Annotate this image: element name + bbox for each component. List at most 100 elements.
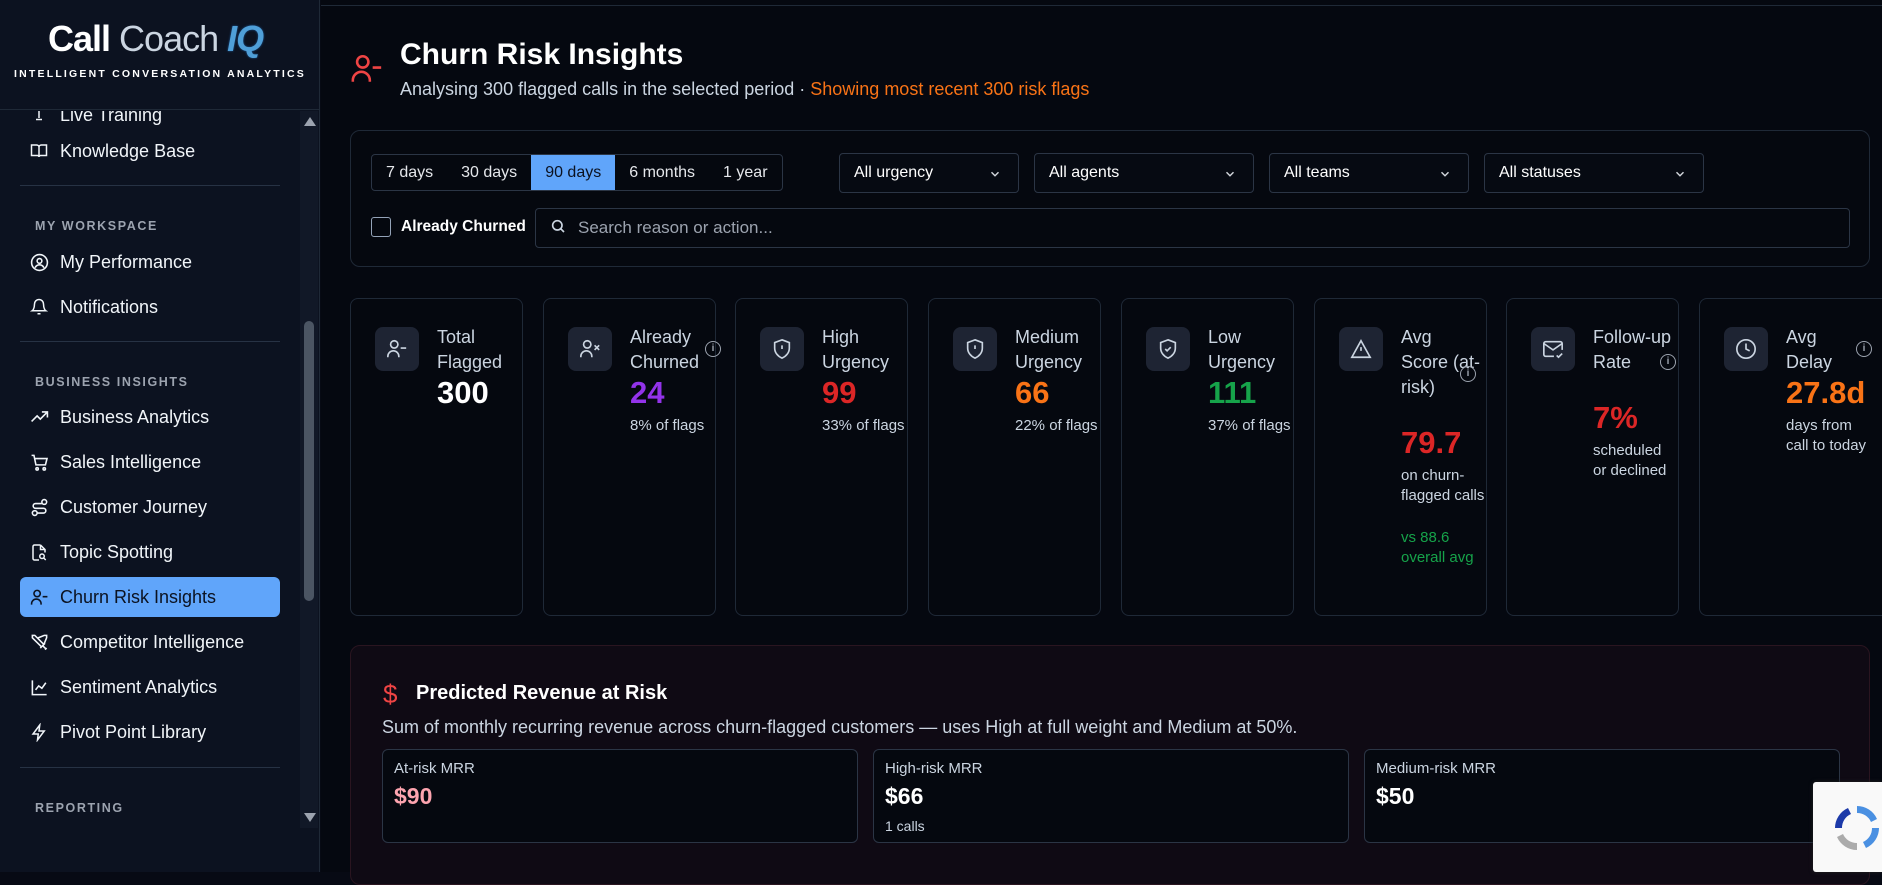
- stat-card-avg-score: Avg Score (at-risk) i 79.7 on churn-flag…: [1314, 298, 1487, 616]
- user-circle-icon: [29, 252, 49, 272]
- sidebar-item-label: Sentiment Analytics: [60, 676, 218, 697]
- statuses-select[interactable]: All statuses: [1484, 153, 1704, 193]
- alert-triangle-icon: [1339, 327, 1383, 371]
- sidebar-scrollbar[interactable]: [300, 111, 318, 828]
- scrollbar-thumb[interactable]: [304, 321, 314, 601]
- sidebar-item-label: Topic Spotting: [60, 541, 174, 562]
- section-business-insights: BUSINESS INSIGHTS: [35, 375, 189, 389]
- stat-note: scheduled or declined: [1593, 442, 1667, 479]
- urgency-select[interactable]: All urgency: [839, 153, 1019, 193]
- search-placeholder: Search reason or action...: [578, 218, 773, 237]
- sidebar-item-pivot-point-library[interactable]: Pivot Point Library: [20, 712, 280, 752]
- sidebar-item-label: Sales Intelligence: [60, 451, 202, 472]
- stat-note: 22% of flags: [1015, 417, 1098, 434]
- stat-label: Already Churned: [630, 327, 700, 372]
- already-churned-checkbox[interactable]: Already Churned: [371, 217, 526, 237]
- stat-label: Follow-up Rate: [1593, 327, 1672, 372]
- sidebar-item-label: Pivot Point Library: [60, 721, 207, 742]
- urgency-select-value: All urgency: [854, 164, 934, 181]
- logo[interactable]: Call Coach IQ INTELLIGENT CONVERSATION A…: [0, 0, 320, 110]
- mrr-value: $50: [1376, 783, 1415, 809]
- zap-icon: [29, 722, 49, 742]
- user-minus-icon: [29, 587, 49, 607]
- line-chart-icon: [29, 677, 49, 697]
- shield-alert-icon: [953, 327, 997, 371]
- info-icon[interactable]: i: [1660, 354, 1676, 370]
- cart-icon: [29, 452, 49, 472]
- stat-value: 24: [630, 375, 665, 410]
- teams-select[interactable]: All teams: [1269, 153, 1469, 193]
- stat-value: 66: [1015, 375, 1050, 410]
- range-30-days[interactable]: 30 days: [447, 155, 531, 190]
- stat-label: Medium Urgency: [1015, 327, 1083, 372]
- teams-select-value: All teams: [1284, 164, 1350, 181]
- revenue-at-risk-panel: $ Predicted Revenue at Risk Sum of month…: [350, 645, 1870, 885]
- info-icon[interactable]: i: [705, 341, 721, 357]
- recaptcha-badge[interactable]: [1813, 782, 1882, 872]
- sidebar-item-notifications[interactable]: Notifications: [20, 287, 280, 327]
- range-1-year[interactable]: 1 year: [709, 155, 781, 190]
- agents-select-value: All agents: [1049, 164, 1120, 181]
- logo-tagline: INTELLIGENT CONVERSATION ANALYTICS: [13, 68, 306, 80]
- medium-risk-mrr-card: Medium-risk MRR $50: [1364, 749, 1840, 843]
- sidebar-item-topic-spotting[interactable]: Topic Spotting: [20, 532, 280, 572]
- stat-value: 111: [1208, 375, 1257, 410]
- sidebar-item-customer-journey[interactable]: Customer Journey: [20, 487, 280, 527]
- mrr-label: Medium-risk MRR: [1376, 760, 1496, 777]
- divider: [20, 185, 280, 186]
- chevron-down-icon: [1438, 167, 1452, 186]
- sidebar-item-my-performance[interactable]: My Performance: [20, 242, 280, 282]
- sidebar-item-sentiment-analytics[interactable]: Sentiment Analytics: [20, 667, 280, 707]
- chevron-down-icon: [1223, 167, 1237, 186]
- stat-card-high-urgency: High Urgency 99 33% of flags: [735, 298, 908, 616]
- file-search-icon: [29, 542, 49, 562]
- sidebar-item-label: Notifications: [60, 296, 159, 317]
- revenue-title: Predicted Revenue at Risk: [416, 682, 668, 704]
- bell-icon: [29, 297, 49, 317]
- scroll-up-arrow-icon[interactable]: [304, 117, 316, 126]
- user-x-icon: [568, 327, 612, 371]
- stat-label: High Urgency: [822, 327, 890, 372]
- sidebar-item-churn-risk-insights[interactable]: Churn Risk Insights: [20, 577, 280, 617]
- route-icon: [29, 497, 49, 517]
- stat-label: Avg Delay: [1786, 327, 1833, 372]
- divider: [20, 341, 280, 342]
- info-icon[interactable]: i: [1856, 341, 1872, 357]
- stat-value: 99: [822, 375, 857, 410]
- stat-card-avg-delay: Avg Delay i 27.8d days from call to toda…: [1699, 298, 1882, 616]
- range-7-days[interactable]: 7 days: [372, 155, 447, 190]
- sidebar-item-knowledge-base[interactable]: Knowledge Base: [20, 131, 280, 171]
- logo-wordmark: Call Coach IQ: [48, 18, 264, 59]
- sidebar-item-business-analytics[interactable]: Business Analytics: [20, 397, 280, 437]
- info-icon[interactable]: i: [1460, 366, 1476, 382]
- stat-note: 37% of flags: [1208, 417, 1291, 434]
- sidebar-item-competitor-intelligence[interactable]: Competitor Intelligence: [20, 622, 280, 662]
- sidebar-item-sales-intelligence[interactable]: Sales Intelligence: [20, 442, 280, 482]
- mrr-value: $66: [885, 783, 924, 809]
- sidebar-item-label: Churn Risk Insights: [60, 586, 217, 607]
- search-input[interactable]: Search reason or action...: [535, 208, 1850, 248]
- subtitle-warning: Showing most recent 300 risk flags: [810, 79, 1090, 99]
- stat-card-already-churned: Already Churned i 24 8% of flags: [543, 298, 721, 616]
- revenue-description: Sum of monthly recurring revenue across …: [382, 717, 1298, 737]
- shield-alert-icon: [760, 327, 804, 371]
- range-6-months[interactable]: 6 months: [615, 155, 709, 190]
- agents-select[interactable]: All agents: [1034, 153, 1254, 193]
- page-subtitle: Analysing 300 flagged calls in the selec…: [400, 79, 1089, 100]
- stat-label: Total Flagged: [437, 327, 503, 372]
- divider: [20, 767, 280, 768]
- sidebar-item-label: Knowledge Base: [60, 140, 196, 161]
- main-content: Churn Risk Insights Analysing 300 flagge…: [321, 0, 1882, 885]
- checkbox-box[interactable]: [371, 217, 391, 237]
- stat-value: 7%: [1593, 400, 1638, 435]
- chevron-down-icon: [988, 167, 1002, 186]
- section-my-workspace: MY WORKSPACE: [35, 219, 158, 233]
- filter-panel: 7 days 30 days 90 days 6 months 1 year A…: [350, 130, 1870, 267]
- range-90-days[interactable]: 90 days: [531, 155, 616, 190]
- mrr-sub: 1 calls: [885, 818, 925, 834]
- recaptcha-icon: [1835, 806, 1879, 850]
- scroll-down-arrow-icon[interactable]: [304, 813, 316, 822]
- stat-label: Low Urgency: [1208, 327, 1276, 372]
- mic-icon: [29, 111, 49, 125]
- stat-card-low-urgency: Low Urgency 111 37% of flags: [1121, 298, 1294, 616]
